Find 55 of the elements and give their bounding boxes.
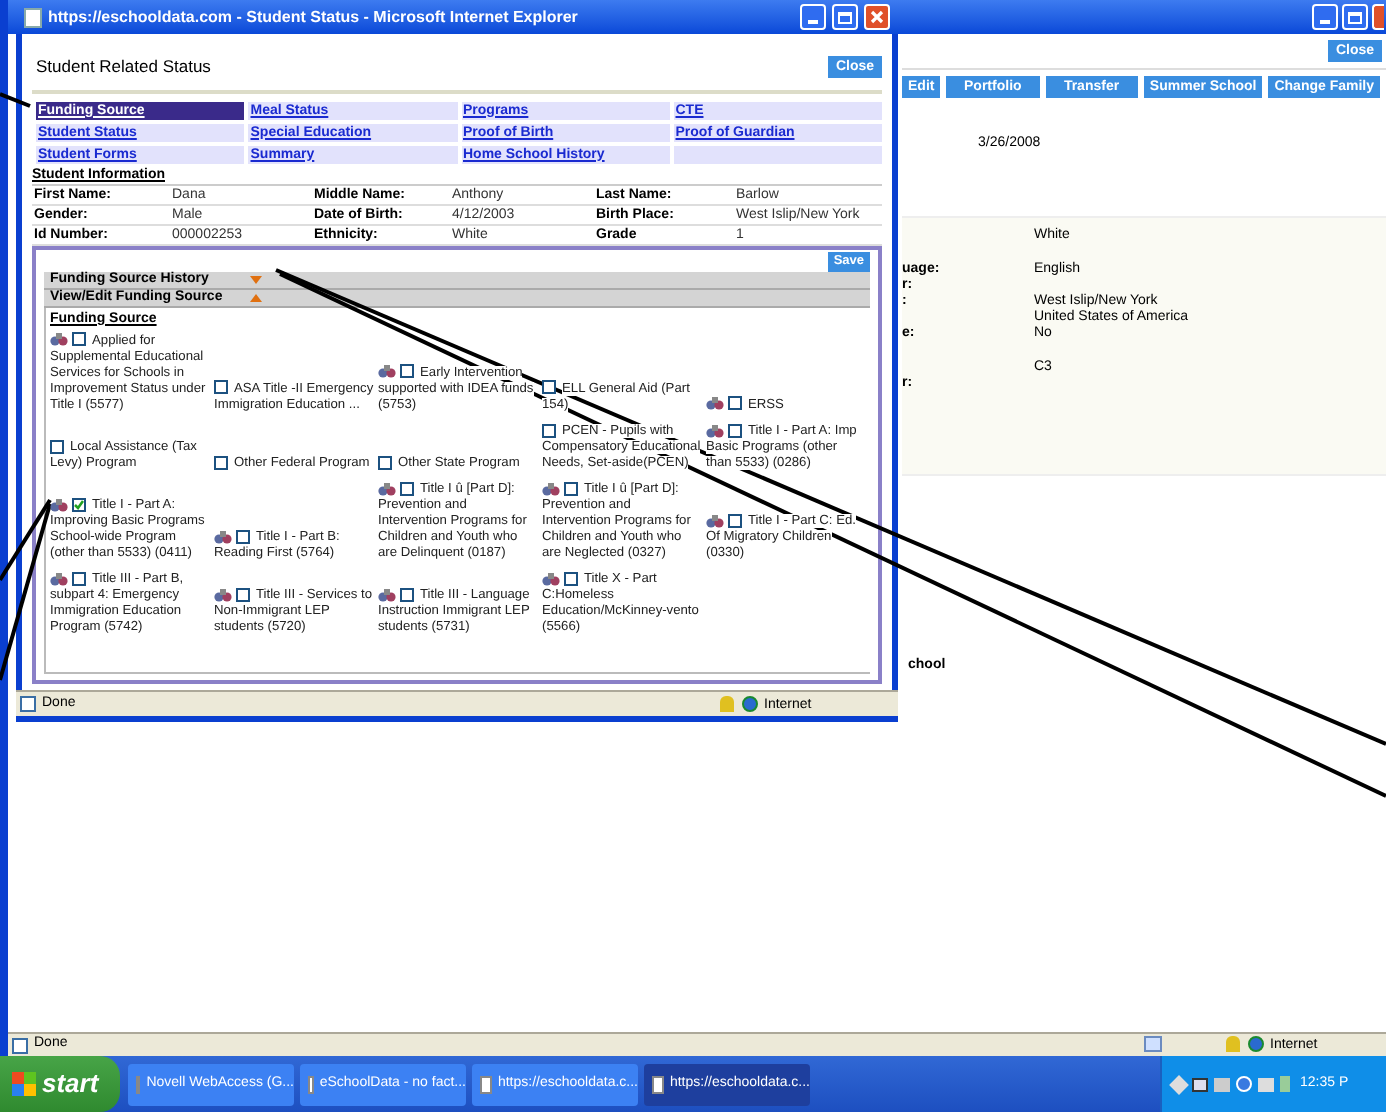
start-button[interactable]: start xyxy=(0,1056,120,1112)
checkbox[interactable] xyxy=(50,439,64,453)
lock-icon xyxy=(720,696,734,712)
binoculars-icon[interactable] xyxy=(378,481,396,496)
checkbox[interactable] xyxy=(564,572,578,586)
checkbox[interactable] xyxy=(400,481,414,496)
frame-icon xyxy=(1144,1036,1162,1052)
checkbox[interactable] xyxy=(236,529,250,544)
binoculars-icon[interactable] xyxy=(706,396,724,411)
lock-icon xyxy=(1226,1036,1240,1052)
checkbox[interactable] xyxy=(72,332,86,347)
binoculars-icon[interactable] xyxy=(50,497,68,512)
page-icon xyxy=(20,696,36,712)
globe-icon xyxy=(1248,1036,1264,1052)
maximize-button[interactable] xyxy=(1342,4,1368,30)
checkbox[interactable] xyxy=(728,423,742,437)
page-heading: Student Related Status xyxy=(36,54,211,80)
page-icon xyxy=(480,1075,492,1093)
globe-icon xyxy=(742,696,758,712)
binoculars-icon[interactable] xyxy=(706,423,724,437)
binoculars-icon[interactable] xyxy=(214,588,232,602)
binoculars-icon[interactable] xyxy=(50,572,68,586)
binoculars-icon[interactable] xyxy=(50,332,68,347)
close-icon xyxy=(870,10,884,24)
close-button[interactable] xyxy=(864,4,890,30)
window-title: https://eschooldata.com - Student Status - Microsoft Internet Explorer xyxy=(48,5,580,29)
checkbox[interactable] xyxy=(542,423,556,437)
checkbox[interactable] xyxy=(400,364,414,379)
page-icon xyxy=(136,1075,141,1093)
checkbox[interactable] xyxy=(564,481,578,496)
minimize-button[interactable] xyxy=(1312,4,1338,30)
binoculars-icon[interactable] xyxy=(542,572,560,586)
windows-logo-icon xyxy=(12,1072,36,1096)
checkbox[interactable] xyxy=(72,572,86,586)
page-icon xyxy=(652,1075,664,1093)
checkbox[interactable] xyxy=(214,380,228,395)
minimize-button[interactable] xyxy=(800,4,826,30)
checkbox[interactable] xyxy=(236,588,250,602)
binoculars-icon[interactable] xyxy=(378,588,396,602)
checkbox[interactable] xyxy=(400,588,414,602)
binoculars-icon[interactable] xyxy=(542,481,560,496)
page-icon xyxy=(24,7,42,27)
checkbox[interactable] xyxy=(728,396,742,411)
checkbox[interactable] xyxy=(542,380,556,395)
binoculars-icon[interactable] xyxy=(214,529,232,544)
checkbox[interactable] xyxy=(72,497,86,512)
page-icon xyxy=(308,1075,314,1093)
maximize-button[interactable] xyxy=(832,4,858,30)
checkbox[interactable] xyxy=(378,455,392,469)
checkbox[interactable] xyxy=(728,513,742,528)
checkbox[interactable] xyxy=(214,455,228,469)
close-button[interactable] xyxy=(1372,4,1384,30)
binoculars-icon[interactable] xyxy=(378,364,396,379)
binoculars-icon[interactable] xyxy=(706,513,724,528)
page-icon xyxy=(12,1037,28,1053)
